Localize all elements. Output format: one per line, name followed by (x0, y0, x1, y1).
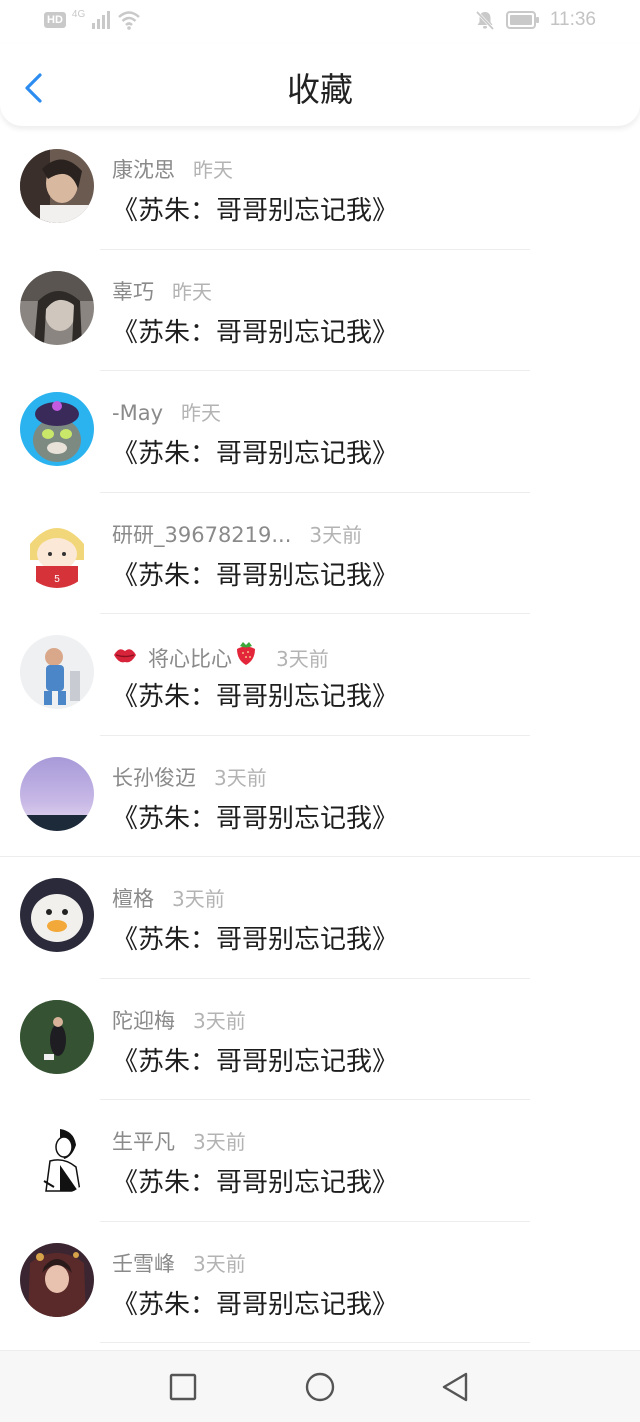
favorite-time: 昨天 (172, 279, 212, 304)
network-type-label: 4G (71, 8, 86, 20)
user-name: 陀迎梅 (112, 1008, 175, 1033)
avatar[interactable] (20, 1242, 94, 1317)
user-name: 研研_39678219... (112, 522, 292, 547)
favorite-time: 3天前 (309, 522, 363, 547)
hd-icon: HD (44, 12, 66, 28)
strawberry-emoji-icon (237, 642, 255, 665)
list-item[interactable]: 陀迎梅 3天前 《苏朱：哥哥别忘记我》 (0, 979, 640, 1100)
favorite-time: 昨天 (193, 158, 233, 182)
book-title[interactable]: 《苏朱：哥哥别忘记我》 (112, 676, 398, 713)
avatar[interactable] (20, 756, 94, 831)
divider (100, 1342, 530, 1343)
back-nav-button[interactable] (440, 1371, 472, 1403)
avatar[interactable] (20, 999, 94, 1074)
user-name: 生平凡 (112, 1130, 175, 1154)
book-title[interactable]: 《苏朱：哥哥别忘记我》 (112, 555, 398, 592)
status-left: HD 4G (44, 8, 141, 30)
avatar[interactable] (20, 270, 94, 345)
list-item[interactable]: 壬雪峰 3天前 《苏朱：哥哥别忘记我》 (0, 1222, 640, 1343)
avatar[interactable]: 5 (20, 513, 94, 588)
avatar[interactable] (20, 878, 94, 952)
list-item[interactable]: 长孙俊迈 3天前 《苏朱：哥哥别忘记我》 (0, 736, 640, 857)
mute-icon (475, 10, 494, 31)
home-icon (305, 1372, 335, 1402)
wifi-icon (118, 11, 141, 30)
favorite-time: 3天前 (193, 1130, 246, 1154)
favorite-time: 3天前 (214, 765, 267, 790)
user-name: 康沈思 (112, 158, 175, 182)
book-title[interactable]: 《苏朱：哥哥别忘记我》 (112, 312, 398, 349)
user-name: 长孙俊迈 (112, 765, 196, 790)
signal-icon (92, 11, 111, 29)
favorite-time: 3天前 (172, 887, 225, 911)
user-name: 壬雪峰 (112, 1251, 175, 1276)
book-title[interactable]: 《苏朱：哥哥别忘记我》 (112, 190, 398, 227)
svg-text:5: 5 (54, 574, 60, 585)
avatar[interactable] (20, 392, 94, 466)
book-title[interactable]: 《苏朱：哥哥别忘记我》 (112, 798, 398, 835)
status-time: 11:36 (549, 9, 596, 30)
favorite-time: 昨天 (181, 401, 221, 425)
user-name: 将心比心 (148, 647, 232, 671)
user-name: -May (112, 401, 163, 425)
favorite-time: 3天前 (193, 1008, 246, 1033)
page-title: 收藏 (287, 70, 353, 109)
status-bar: HD 4G 11:36 (0, 0, 640, 44)
book-title[interactable]: 《苏朱：哥哥别忘记我》 (112, 1162, 398, 1199)
avatar[interactable] (20, 149, 94, 223)
recent-apps-icon (169, 1373, 197, 1401)
system-nav-bar (0, 1350, 640, 1422)
list-item[interactable]: 将心比心 3天前 《苏朱：哥哥别忘记我》 (0, 614, 640, 736)
top-bar: 收藏 (0, 44, 640, 126)
list-item[interactable]: 5 研研_39678219... 3天前 《苏朱：哥哥别忘记我》 (0, 493, 640, 614)
avatar[interactable] (20, 1121, 94, 1195)
avatar[interactable] (20, 635, 94, 709)
battery-icon (505, 11, 539, 29)
book-title[interactable]: 《苏朱：哥哥别忘记我》 (112, 433, 398, 470)
favorites-screen: HD 4G 11:36 收藏 康沈思 昨天 《苏朱：哥哥别忘记我》 辜巧 昨天 … (0, 0, 640, 1422)
book-title[interactable]: 《苏朱：哥哥别忘记我》 (112, 1041, 398, 1078)
user-name: 辜巧 (112, 279, 154, 304)
status-right: 11:36 (474, 9, 596, 31)
book-title[interactable]: 《苏朱：哥哥别忘记我》 (112, 919, 398, 956)
lips-emoji-icon (114, 649, 136, 663)
favorite-time: 3天前 (193, 1251, 246, 1276)
user-name: 檀格 (112, 887, 154, 911)
home-button[interactable] (304, 1371, 336, 1403)
list-item[interactable]: 辜巧 昨天 《苏朱：哥哥别忘记我》 (0, 250, 640, 371)
list-item[interactable]: -May 昨天 《苏朱：哥哥别忘记我》 (0, 371, 640, 493)
list-item[interactable]: 康沈思 昨天 《苏朱：哥哥别忘记我》 (0, 128, 640, 250)
list-item[interactable]: 生平凡 3天前 《苏朱：哥哥别忘记我》 (0, 1100, 640, 1222)
favorites-list: 康沈思 昨天 《苏朱：哥哥别忘记我》 辜巧 昨天 《苏朱：哥哥别忘记我》 -Ma… (0, 128, 640, 1343)
recent-apps-button[interactable] (167, 1371, 199, 1403)
back-triangle-icon (442, 1372, 468, 1402)
favorite-time: 3天前 (276, 647, 329, 671)
list-item[interactable]: 檀格 3天前 《苏朱：哥哥别忘记我》 (0, 857, 640, 979)
book-title[interactable]: 《苏朱：哥哥别忘记我》 (112, 1284, 398, 1321)
